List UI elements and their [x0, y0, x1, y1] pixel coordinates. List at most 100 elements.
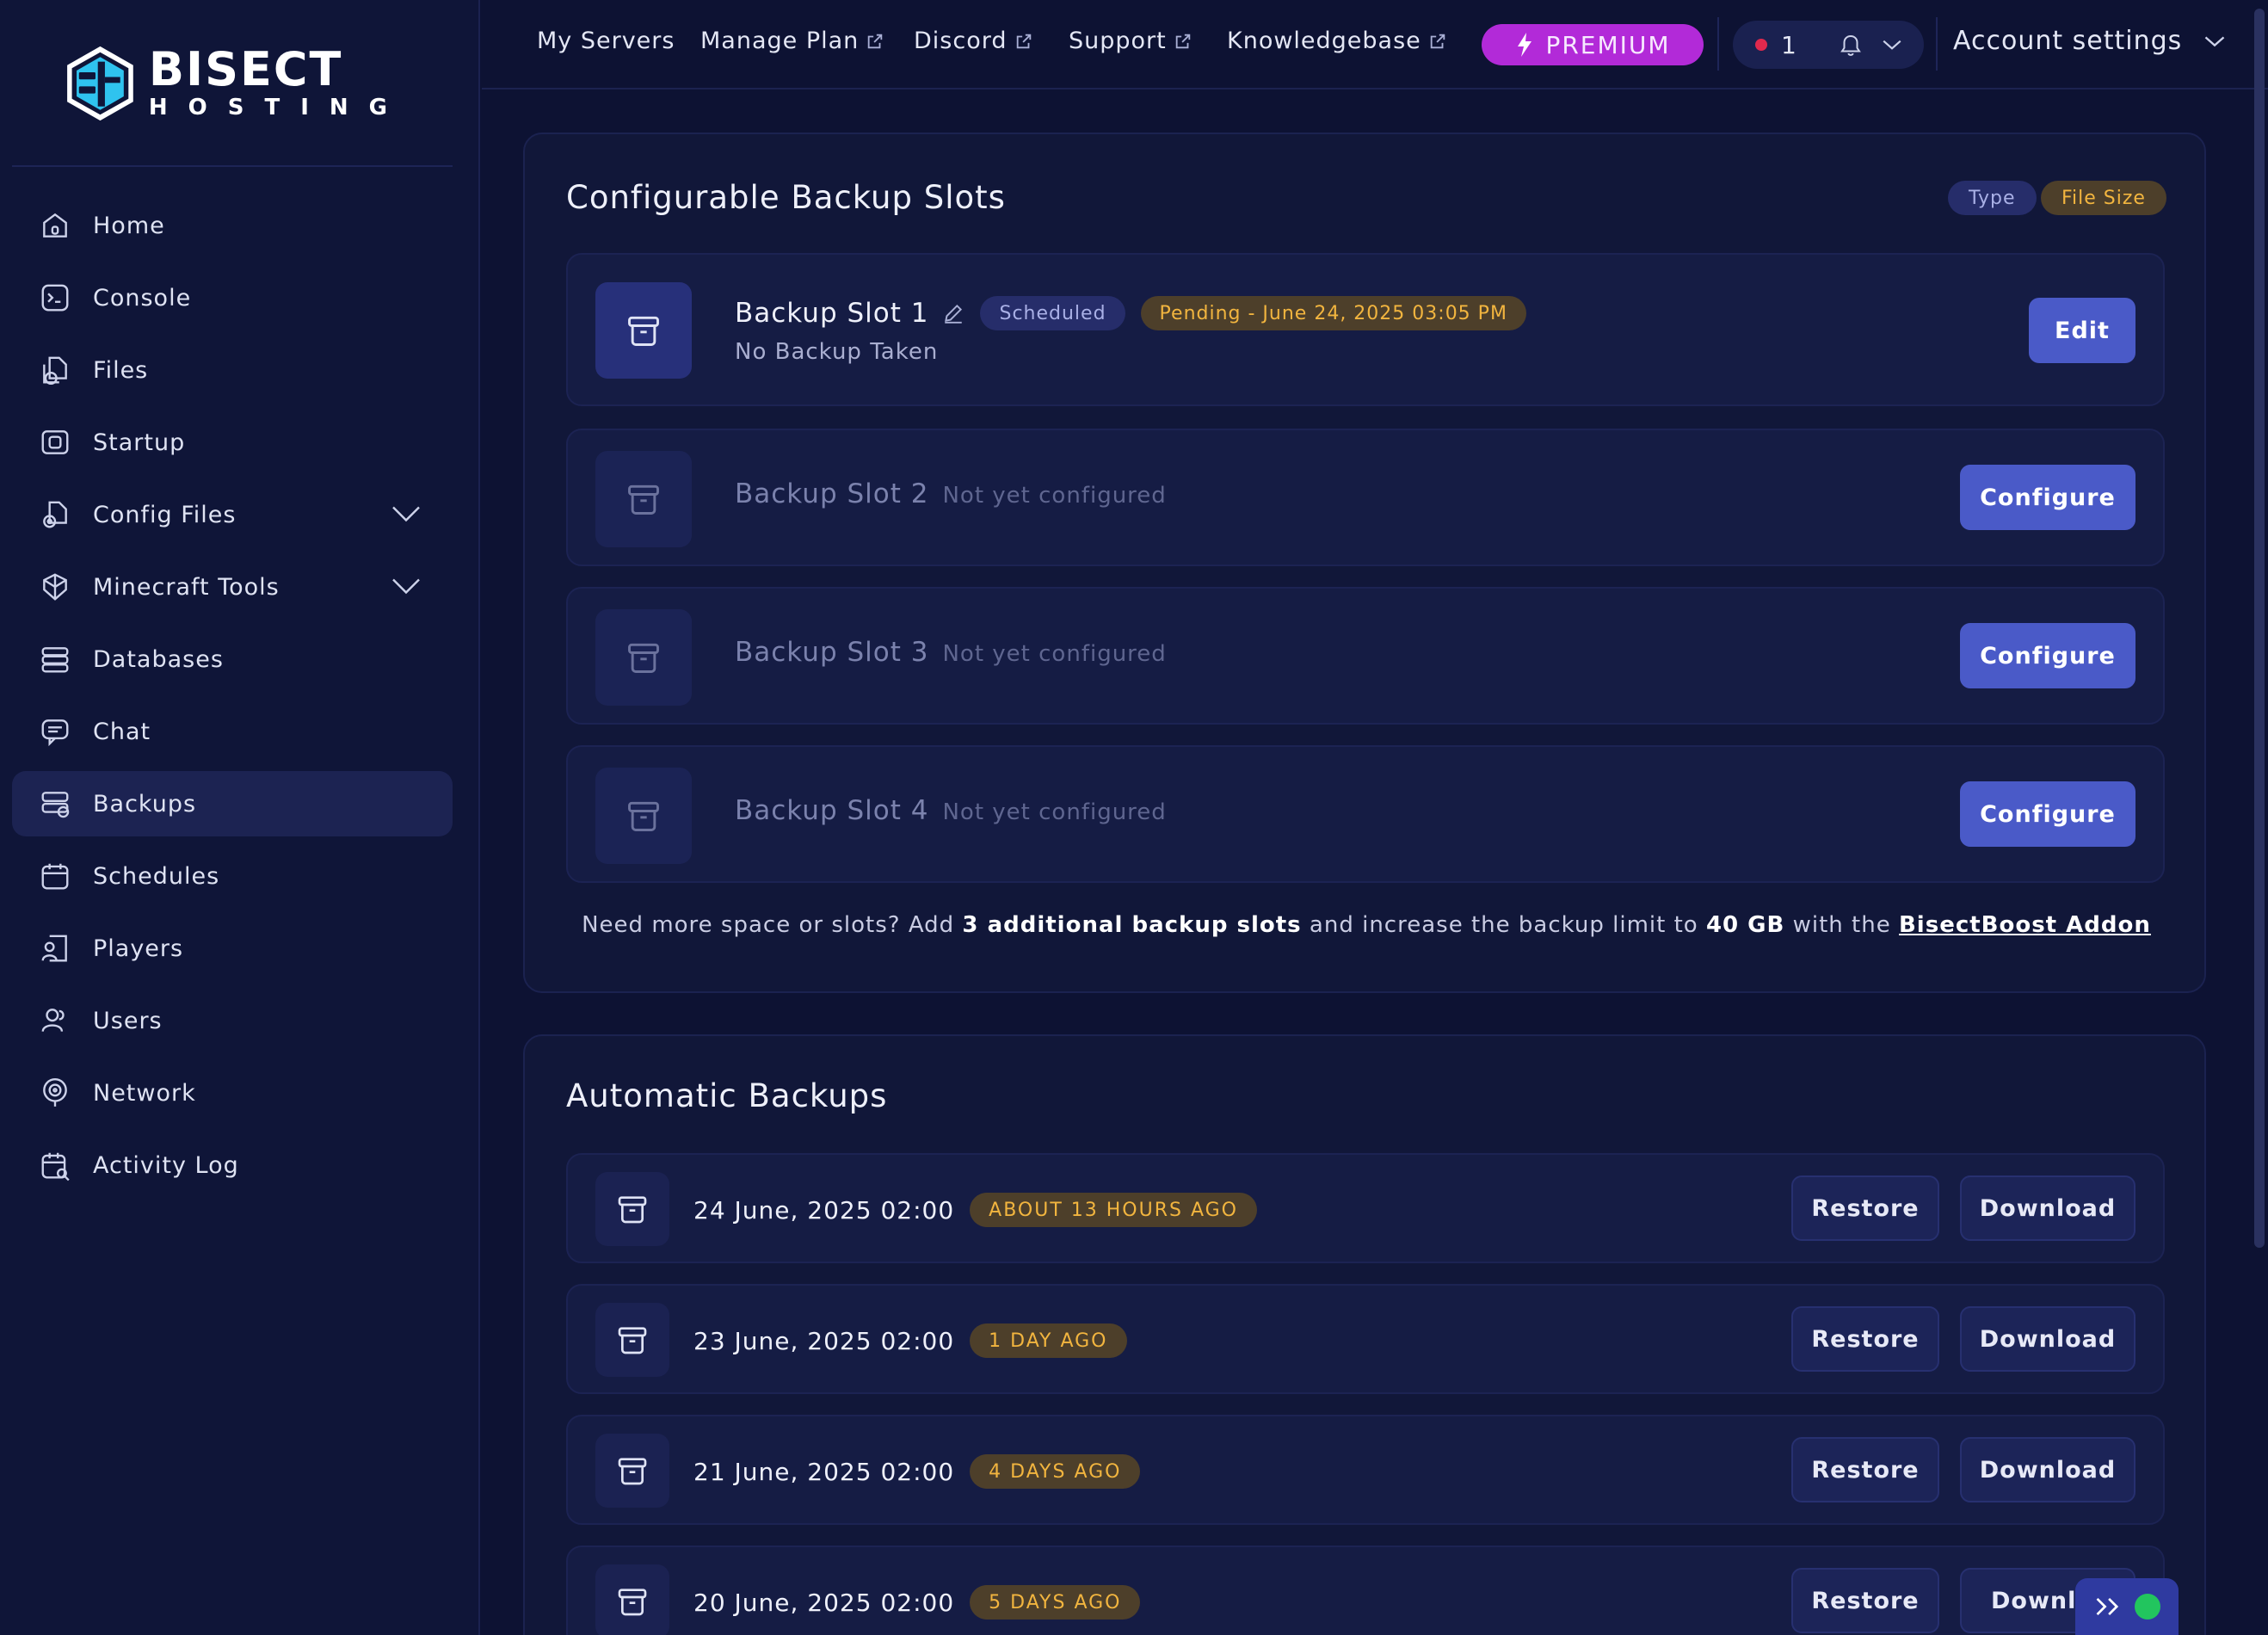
- configure-slot-button[interactable]: Configure: [1960, 465, 2135, 530]
- backup-slot-subtext: No Backup Taken: [735, 339, 939, 365]
- chevron-down-icon[interactable]: [391, 501, 422, 527]
- not-configured-note: Not yet configured: [942, 483, 1167, 509]
- sidebar-item-label: Schedules: [93, 862, 220, 890]
- not-configured-note: Not yet configured: [942, 799, 1167, 825]
- double-chevron-right-icon: [2096, 1597, 2119, 1616]
- sidebar-item-label: Config Files: [93, 501, 237, 528]
- players-icon: [38, 931, 72, 966]
- top-bar: My Servers Manage Plan Discord Support K…: [482, 0, 2268, 89]
- topbar-divider: [1936, 17, 1938, 71]
- promo-slots-highlight: 3 additional backup slots: [962, 912, 1302, 938]
- backup-age-badge: 5 DAYS AGO: [970, 1585, 1141, 1620]
- download-button[interactable]: Download: [1960, 1306, 2135, 1372]
- sidebar-item-label: Players: [93, 935, 184, 962]
- automatic-backup-row: 23 June, 2025 02:00 1 DAY AGO Restore Do…: [566, 1284, 2165, 1394]
- download-button[interactable]: Download: [1960, 1175, 2135, 1241]
- online-status-dot-icon: [2135, 1594, 2160, 1620]
- sidebar-item-label: Home: [93, 212, 165, 239]
- nav-link-support[interactable]: Support: [1069, 28, 1193, 54]
- nav-link-manage-plan[interactable]: Manage Plan: [700, 28, 884, 54]
- nav-link-discord[interactable]: Discord: [914, 28, 1033, 54]
- sidebar-item-label: Databases: [93, 645, 224, 673]
- pencil-icon[interactable]: [942, 302, 965, 324]
- page-scrollbar[interactable]: [2254, 9, 2265, 1248]
- sidebar: BISECT HOSTING Home Console Files Startu…: [0, 0, 480, 1635]
- sort-type-toggle[interactable]: Type: [1948, 181, 2037, 215]
- download-button[interactable]: Download: [1960, 1437, 2135, 1502]
- archive-icon: [595, 1564, 669, 1635]
- promo-text: Need more space or slots? Add: [582, 912, 963, 938]
- sidebar-item-network[interactable]: Network: [12, 1060, 453, 1126]
- restore-button[interactable]: Restore: [1791, 1437, 1939, 1502]
- premium-label: PREMIUM: [1545, 30, 1671, 59]
- nav-link-my-servers[interactable]: My Servers: [537, 28, 675, 54]
- sidebar-nav: Home Console Files Startup Config Files: [12, 193, 453, 1205]
- configure-slot-button[interactable]: Configure: [1960, 623, 2135, 688]
- nav-link-knowledgebase[interactable]: Knowledgebase: [1227, 28, 1447, 54]
- account-settings-menu[interactable]: Account settings: [1953, 26, 2227, 56]
- backup-slot-1: Backup Slot 1 Scheduled Pending - June 2…: [566, 253, 2165, 406]
- configure-slot-button[interactable]: Configure: [1960, 781, 2135, 847]
- console-icon: [38, 281, 72, 315]
- sidebar-item-home[interactable]: Home: [12, 193, 453, 258]
- chevron-down-icon[interactable]: [391, 573, 422, 599]
- startup-icon: [38, 425, 72, 460]
- sidebar-item-files[interactable]: Files: [12, 337, 453, 403]
- sidebar-item-config-files[interactable]: Config Files: [12, 482, 453, 547]
- status-widget-button[interactable]: [2075, 1578, 2179, 1635]
- backup-slot-name: Backup Slot 4: [735, 795, 929, 826]
- notifications-button[interactable]: 1: [1733, 21, 1924, 69]
- chat-icon: [38, 714, 72, 749]
- premium-button[interactable]: PREMIUM: [1482, 24, 1704, 65]
- backup-age-badge: 1 DAY AGO: [970, 1323, 1127, 1358]
- nav-link-label: Knowledgebase: [1227, 28, 1421, 54]
- config-files-icon: [38, 497, 72, 532]
- backup-slot-3: Backup Slot 3 Not yet configured Configu…: [566, 587, 2165, 725]
- promo-limit-highlight: 40 GB: [1705, 912, 1785, 938]
- brand-logo[interactable]: BISECT HOSTING: [64, 26, 408, 141]
- archive-icon: [595, 768, 692, 864]
- sidebar-item-schedules[interactable]: Schedules: [12, 843, 453, 909]
- sidebar-item-players[interactable]: Players: [12, 916, 453, 981]
- automatic-backups-card: Automatic Backups 24 June, 2025 02:00 AB…: [523, 1034, 2206, 1635]
- lightning-icon: [1518, 33, 1532, 57]
- sidebar-item-label: Minecraft Tools: [93, 573, 280, 601]
- sidebar-item-activity-log[interactable]: Activity Log: [12, 1132, 453, 1198]
- backup-slot-name: Backup Slot 3: [735, 637, 929, 668]
- network-icon: [38, 1076, 72, 1110]
- automatic-backup-row: 21 June, 2025 02:00 4 DAYS AGO Restore D…: [566, 1415, 2165, 1525]
- sidebar-item-minecraft-tools[interactable]: Minecraft Tools: [12, 554, 453, 620]
- backup-date: 20 June, 2025 02:00: [693, 1588, 955, 1617]
- sidebar-item-startup[interactable]: Startup: [12, 410, 453, 475]
- sort-file-size-toggle[interactable]: File Size: [2041, 181, 2166, 215]
- archive-icon: [595, 1172, 669, 1246]
- external-link-icon: [868, 34, 883, 48]
- backup-slot-2: Backup Slot 2 Not yet configured Configu…: [566, 429, 2165, 566]
- restore-button[interactable]: Restore: [1791, 1175, 1939, 1241]
- sidebar-item-chat[interactable]: Chat: [12, 699, 453, 764]
- sidebar-item-console[interactable]: Console: [12, 265, 453, 330]
- edit-slot-button[interactable]: Edit: [2029, 298, 2135, 363]
- backup-slot-name: Backup Slot 1: [735, 298, 929, 329]
- restore-button[interactable]: Restore: [1791, 1568, 1939, 1633]
- backups-icon: [38, 787, 72, 821]
- restore-button[interactable]: Restore: [1791, 1306, 1939, 1372]
- bisectboost-addon-link[interactable]: BisectBoost Addon: [1899, 912, 2151, 938]
- chevron-down-icon: [1883, 40, 1901, 50]
- backup-date: 21 June, 2025 02:00: [693, 1457, 955, 1486]
- backup-age-badge: 4 DAYS AGO: [970, 1454, 1141, 1489]
- backup-age-badge: ABOUT 13 HOURS AGO: [970, 1193, 1257, 1227]
- users-icon: [38, 1003, 72, 1038]
- account-settings-label: Account settings: [1953, 26, 2183, 56]
- nav-link-label: Manage Plan: [700, 28, 860, 54]
- sidebar-item-label: Users: [93, 1007, 163, 1034]
- schedules-icon: [38, 859, 72, 893]
- sidebar-item-backups[interactable]: Backups: [12, 771, 453, 836]
- sidebar-item-users[interactable]: Users: [12, 988, 453, 1053]
- home-icon: [38, 208, 72, 243]
- nav-link-label: Discord: [914, 28, 1008, 54]
- sidebar-item-databases[interactable]: Databases: [12, 626, 453, 692]
- archive-icon: [595, 451, 692, 547]
- not-configured-note: Not yet configured: [942, 641, 1167, 667]
- brand-subtitle: HOSTING: [148, 95, 408, 120]
